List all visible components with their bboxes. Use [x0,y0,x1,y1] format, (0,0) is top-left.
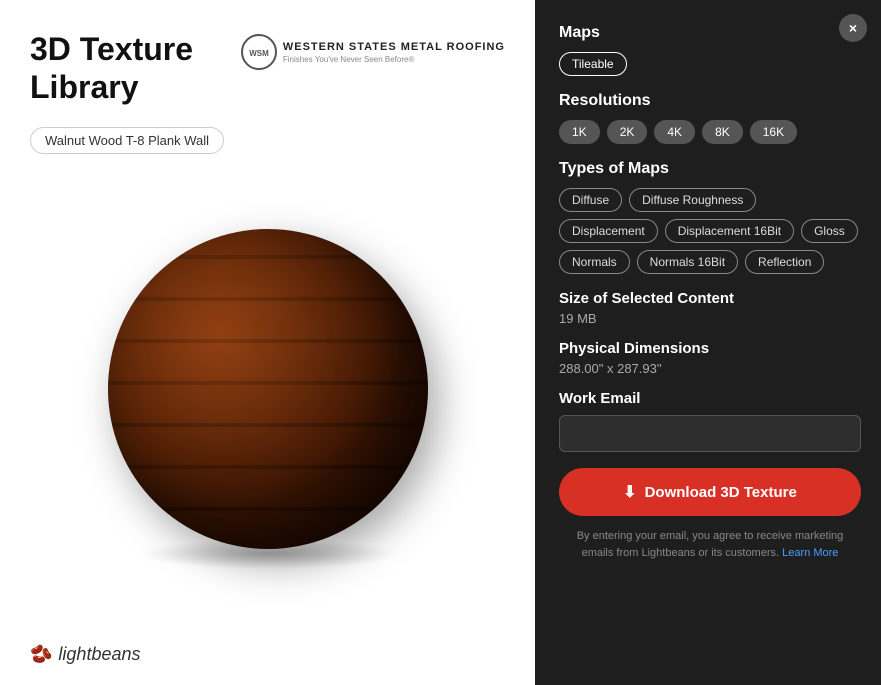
brand-tagline: Finishes You've Never Seen Before® [283,55,505,64]
size-label: Size of Selected Content [559,290,861,307]
types-tags-row: Diffuse Diffuse Roughness Displacement D… [559,188,861,274]
download-icon: ⬇ [623,482,636,502]
download-button[interactable]: ⬇ Download 3D Texture [559,468,861,516]
maps-section-title: Maps [559,24,861,42]
app-title: 3D TextureLibrary [30,30,193,107]
tag-8k[interactable]: 8K [702,120,743,144]
tag-normals-16bit[interactable]: Normals 16Bit [637,250,738,274]
tag-diffuse-roughness[interactable]: Diffuse Roughness [629,188,756,212]
tag-tileable[interactable]: Tileable [559,52,627,76]
tag-1k[interactable]: 1K [559,120,600,144]
dimensions-section: Physical Dimensions 288.00" x 287.93" [559,340,861,376]
svg-text:WSM: WSM [249,49,269,58]
brand-logo-img: WSM WESTERN STATES METAL ROOFING Finishe… [241,34,505,70]
tag-diffuse[interactable]: Diffuse [559,188,622,212]
resolutions-tags-row: 1K 2K 4K 8K 16K [559,120,861,144]
breadcrumb: Walnut Wood T-8 Plank Wall [30,127,224,154]
close-button[interactable]: × [839,14,867,42]
sphere-container [30,164,505,634]
lightbeans-icon: 🫘 [30,644,52,665]
texture-sphere [108,229,428,549]
logo-area: 3D TextureLibrary WSM WESTERN STATES MET… [30,30,505,107]
tag-reflection[interactable]: Reflection [745,250,824,274]
dimensions-value: 288.00" x 287.93" [559,361,861,376]
resolutions-section-title: Resolutions [559,92,861,110]
tag-gloss[interactable]: Gloss [801,219,858,243]
tag-normals[interactable]: Normals [559,250,630,274]
right-panel: × Maps Tileable Resolutions 1K 2K 4K 8K … [535,0,881,685]
dimensions-label: Physical Dimensions [559,340,861,357]
size-value: 19 MB [559,311,861,326]
download-label: Download 3D Texture [645,484,797,501]
tag-16k[interactable]: 16K [750,120,797,144]
email-input[interactable] [559,415,861,452]
size-section: Size of Selected Content 19 MB [559,290,861,326]
maps-tags-row: Tileable [559,52,861,76]
consent-text: By entering your email, you agree to rec… [559,528,861,561]
tag-displacement-16bit[interactable]: Displacement 16Bit [665,219,794,243]
types-section-title: Types of Maps [559,160,861,178]
lightbeans-logo: 🫘 lightbeans [30,644,141,665]
email-label: Work Email [559,390,861,407]
brand-logo-icon: WSM [241,34,277,70]
email-section: Work Email [559,390,861,452]
brand-logo: WSM WESTERN STATES METAL ROOFING Finishe… [241,34,505,70]
learn-more-link[interactable]: Learn More [782,547,838,559]
left-panel: 3D TextureLibrary WSM WESTERN STATES MET… [0,0,535,685]
tag-displacement[interactable]: Displacement [559,219,658,243]
lightbeans-label: lightbeans [58,644,140,665]
tag-2k[interactable]: 2K [607,120,648,144]
tag-4k[interactable]: 4K [654,120,695,144]
brand-name: WESTERN STATES METAL ROOFING [283,41,505,53]
